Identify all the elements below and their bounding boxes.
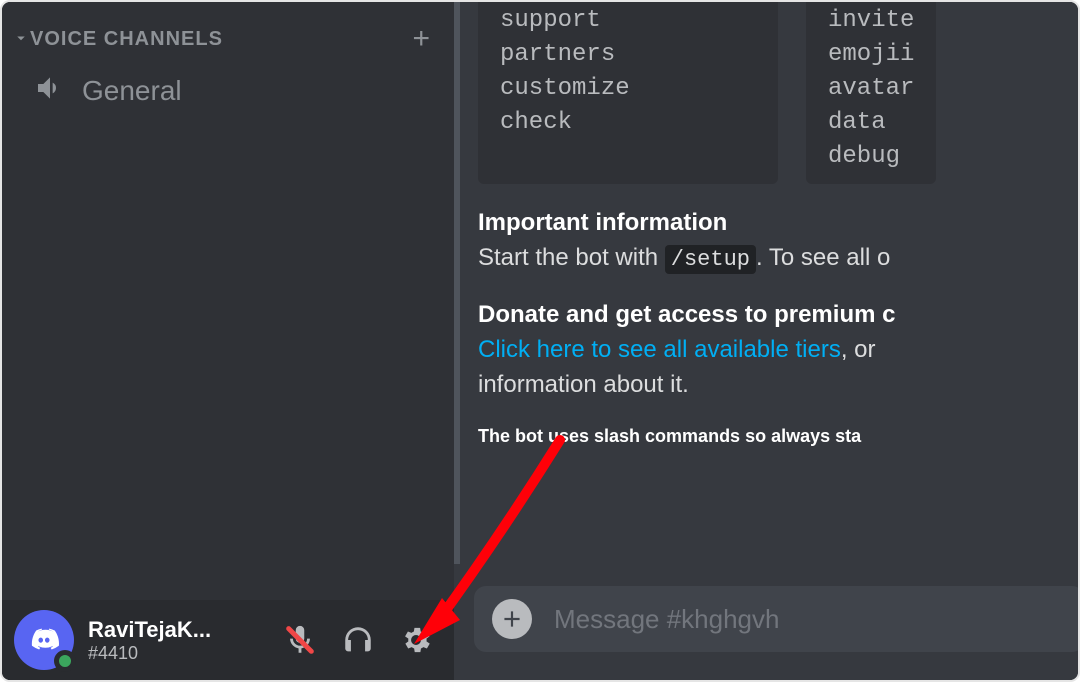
gear-icon xyxy=(399,623,433,657)
commands-lists: donate support partners customize check … xyxy=(478,2,1078,184)
speaker-icon xyxy=(34,72,66,109)
voice-channels-label: VOICE CHANNELS xyxy=(30,28,406,51)
discord-logo-icon xyxy=(27,623,61,657)
embed-accent-bar xyxy=(454,2,460,564)
chevron-down-icon xyxy=(12,29,30,50)
mic-muted-icon xyxy=(283,623,317,657)
user-tag: #4410 xyxy=(88,643,282,664)
message-input-box xyxy=(474,586,1080,652)
voice-channels-header[interactable]: VOICE CHANNELS + xyxy=(2,2,454,62)
heading-important: Important information xyxy=(478,209,727,236)
commands-box-1: donate support partners customize check xyxy=(478,2,778,184)
user-panel: RaviTejaK... #4410 xyxy=(2,600,454,680)
mute-button[interactable] xyxy=(282,622,318,658)
heading-donate: Donate and get access to premium c xyxy=(478,301,895,328)
message-input[interactable] xyxy=(554,604,1074,635)
channel-sidebar: VOICE CHANNELS + General xyxy=(2,2,454,680)
plus-icon xyxy=(499,606,525,632)
avatar[interactable] xyxy=(14,610,74,670)
voice-channel-name: General xyxy=(82,75,182,107)
tiers-link[interactable]: Click here to see all available tiers xyxy=(478,336,841,363)
deafen-button[interactable] xyxy=(340,622,376,658)
headphones-icon xyxy=(341,623,375,657)
chat-area: donate support partners customize check … xyxy=(454,2,1078,680)
code-setup: /setup xyxy=(665,245,756,274)
user-name: RaviTejaK... xyxy=(88,617,282,643)
commands-box-2: invite emojii avatar data debug xyxy=(806,2,936,184)
embed-footer: The bot uses slash commands so always st… xyxy=(478,426,1078,447)
add-channel-button[interactable]: + xyxy=(406,24,436,54)
voice-channel-general[interactable]: General xyxy=(2,62,454,119)
attach-button[interactable] xyxy=(492,599,532,639)
status-online-icon xyxy=(54,650,76,672)
user-settings-button[interactable] xyxy=(398,622,434,658)
